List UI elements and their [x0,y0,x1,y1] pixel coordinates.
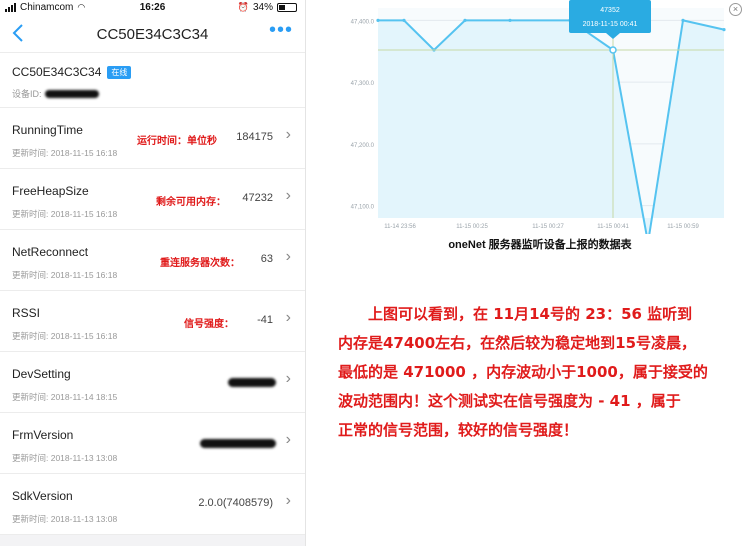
updated-time: 更新时间: 2018-11-13 13:08 [12,514,118,524]
tooltip-box [569,0,651,33]
x-tick-label: 11-15 00:41 [597,224,629,230]
annotation-note: 剩余可用内存： [156,197,226,208]
updated-time: 更新时间: 2018-11-15 16:18 [12,148,118,158]
datastream-value: 2.0.0(7408579) [198,497,273,509]
more-options-icon[interactable]: ••• [269,19,293,42]
annotation-note: 重连服务器次数： [160,258,240,269]
list-item-freeheapsize[interactable]: FreeHeapSize 更新时间: 2018-11-15 16:18 剩余可用… [0,169,305,230]
x-tick-label: 11-15 00:27 [532,224,564,230]
value-redacted [200,439,276,448]
datastream-name: RunningTime [12,123,83,137]
y-tick-label: 47,300.0 [351,81,375,87]
updated-time: 更新时间: 2018-11-14 18:15 [12,392,118,402]
updated-time: 更新时间: 2018-11-15 16:18 [12,270,118,280]
datastream-value: -41 [257,314,273,326]
data-point [508,18,512,22]
value-redacted [228,378,276,387]
chevron-right-icon: › [285,187,291,204]
chevron-right-icon: › [285,431,291,448]
datastream-name: RSSI [12,306,41,320]
x-tick-label: 11-15 00:59 [667,224,699,230]
list-item-netreconnect[interactable]: NetReconnect 更新时间: 2018-11-15 16:18 重连服务… [0,230,305,291]
analysis-line: 内存是47400左右，在然后较为稳定地到15号凌晨， [338,334,697,352]
chevron-right-icon: › [285,309,291,326]
y-tick-label: 47,100.0 [351,205,375,211]
updated-time: 更新时间: 2018-11-15 16:18 [12,331,118,341]
data-point [722,28,726,32]
chevron-right-icon: › [285,248,291,265]
list-item-frmversion[interactable]: FrmVersion 更新时间: 2018-11-13 13:08 › [0,413,305,474]
analysis-line: 最低的是 471000 ，内存波动小于1000，属于接受的 [338,363,708,381]
datastream-value: 63 [260,253,273,265]
chart-caption: oneNet 服务器监听设备上报的数据表 [448,239,632,251]
device-id-label: 设备ID: [12,89,42,99]
updated-time: 更新时间: 2018-11-15 16:18 [12,209,118,219]
x-tick-label: 11-14 23:56 [384,224,416,230]
device-detail-screen: Chinamcom ◠ 16:26 ⏰ 34% CC50E34C3C34 •••… [0,0,306,546]
tooltip-time: 2018-11-15 00:41 [583,21,638,28]
list-item-rssi[interactable]: RSSI 更新时间: 2018-11-15 16:18 信号强度： -41 › [0,291,305,352]
nav-bar: CC50E34C3C34 ••• [0,17,305,53]
datastream-name: FreeHeapSize [12,184,89,198]
chevron-right-icon: › [285,126,291,143]
datastream-name: FrmVersion [12,428,74,442]
analysis-line: 正常的信号范围，较好的信号强度！ [338,421,579,439]
highlighted-point [609,46,617,54]
battery-percent: 34% [252,2,273,13]
close-icon[interactable]: × [729,3,742,16]
data-point [402,18,406,22]
annotation-note: 运行时间：单位秒 [137,136,217,147]
x-tick-label: 11-15 00:25 [456,224,488,230]
device-header: CC50E34C3C34 在线 设备ID: [0,53,305,108]
list-item-sdkversion[interactable]: SdkVersion 更新时间: 2018-11-13 13:08 2.0.0(… [0,474,305,535]
y-tick-label: 47,400.0 [351,19,375,25]
annotation-note: 信号强度： [184,319,234,330]
device-name: CC50E34C3C34 [12,65,102,79]
tooltip-value: 47352 [600,7,620,14]
online-badge: 在线 [107,65,132,79]
battery-icon [277,3,297,12]
chevron-right-icon: › [285,370,291,387]
datastream-name: SdkVersion [12,489,73,503]
datastream-name: NetReconnect [12,245,89,259]
chevron-right-icon: › [285,492,291,509]
datastream-value: 184175 [236,131,273,143]
datastream-list: RunningTime 更新时间: 2018-11-15 16:18 运行时间：… [0,108,305,535]
alarm-icon: ⏰ [237,2,249,12]
page-title: CC50E34C3C34 [96,26,209,43]
data-point [463,18,467,22]
memory-area-chart: 47,400.0 47,300.0 47,200.0 47,100.0 47352 201… [351,0,726,234]
analysis-text: 上图可以看到，在 11月14号的 23：56 监听到 内存是47400左右，在然… [338,300,750,445]
analysis-line: 上图可以看到，在 11月14号的 23：56 监听到 [368,305,693,323]
data-point [376,18,380,22]
list-item-devsetting[interactable]: DevSetting 更新时间: 2018-11-14 18:15 › [0,352,305,413]
y-tick-label: 47,200.0 [351,143,375,149]
list-item-runningtime[interactable]: RunningTime 更新时间: 2018-11-15 16:18 运行时间：… [0,108,305,169]
analysis-line: 波动范围内！这个测试实在信号强度为 - 41 ，属于 [338,392,681,410]
device-id-redacted [44,89,99,98]
status-bar: Chinamcom ◠ 16:26 ⏰ 34% [0,0,305,17]
memory-chart-panel: 47,400.0 47,300.0 47,200.0 47,100.0 47352 201… [330,0,750,251]
datastream-name: DevSetting [12,367,71,381]
data-point [681,18,685,22]
datastream-value: 47232 [242,192,273,204]
updated-time: 更新时间: 2018-11-13 13:08 [12,453,118,463]
